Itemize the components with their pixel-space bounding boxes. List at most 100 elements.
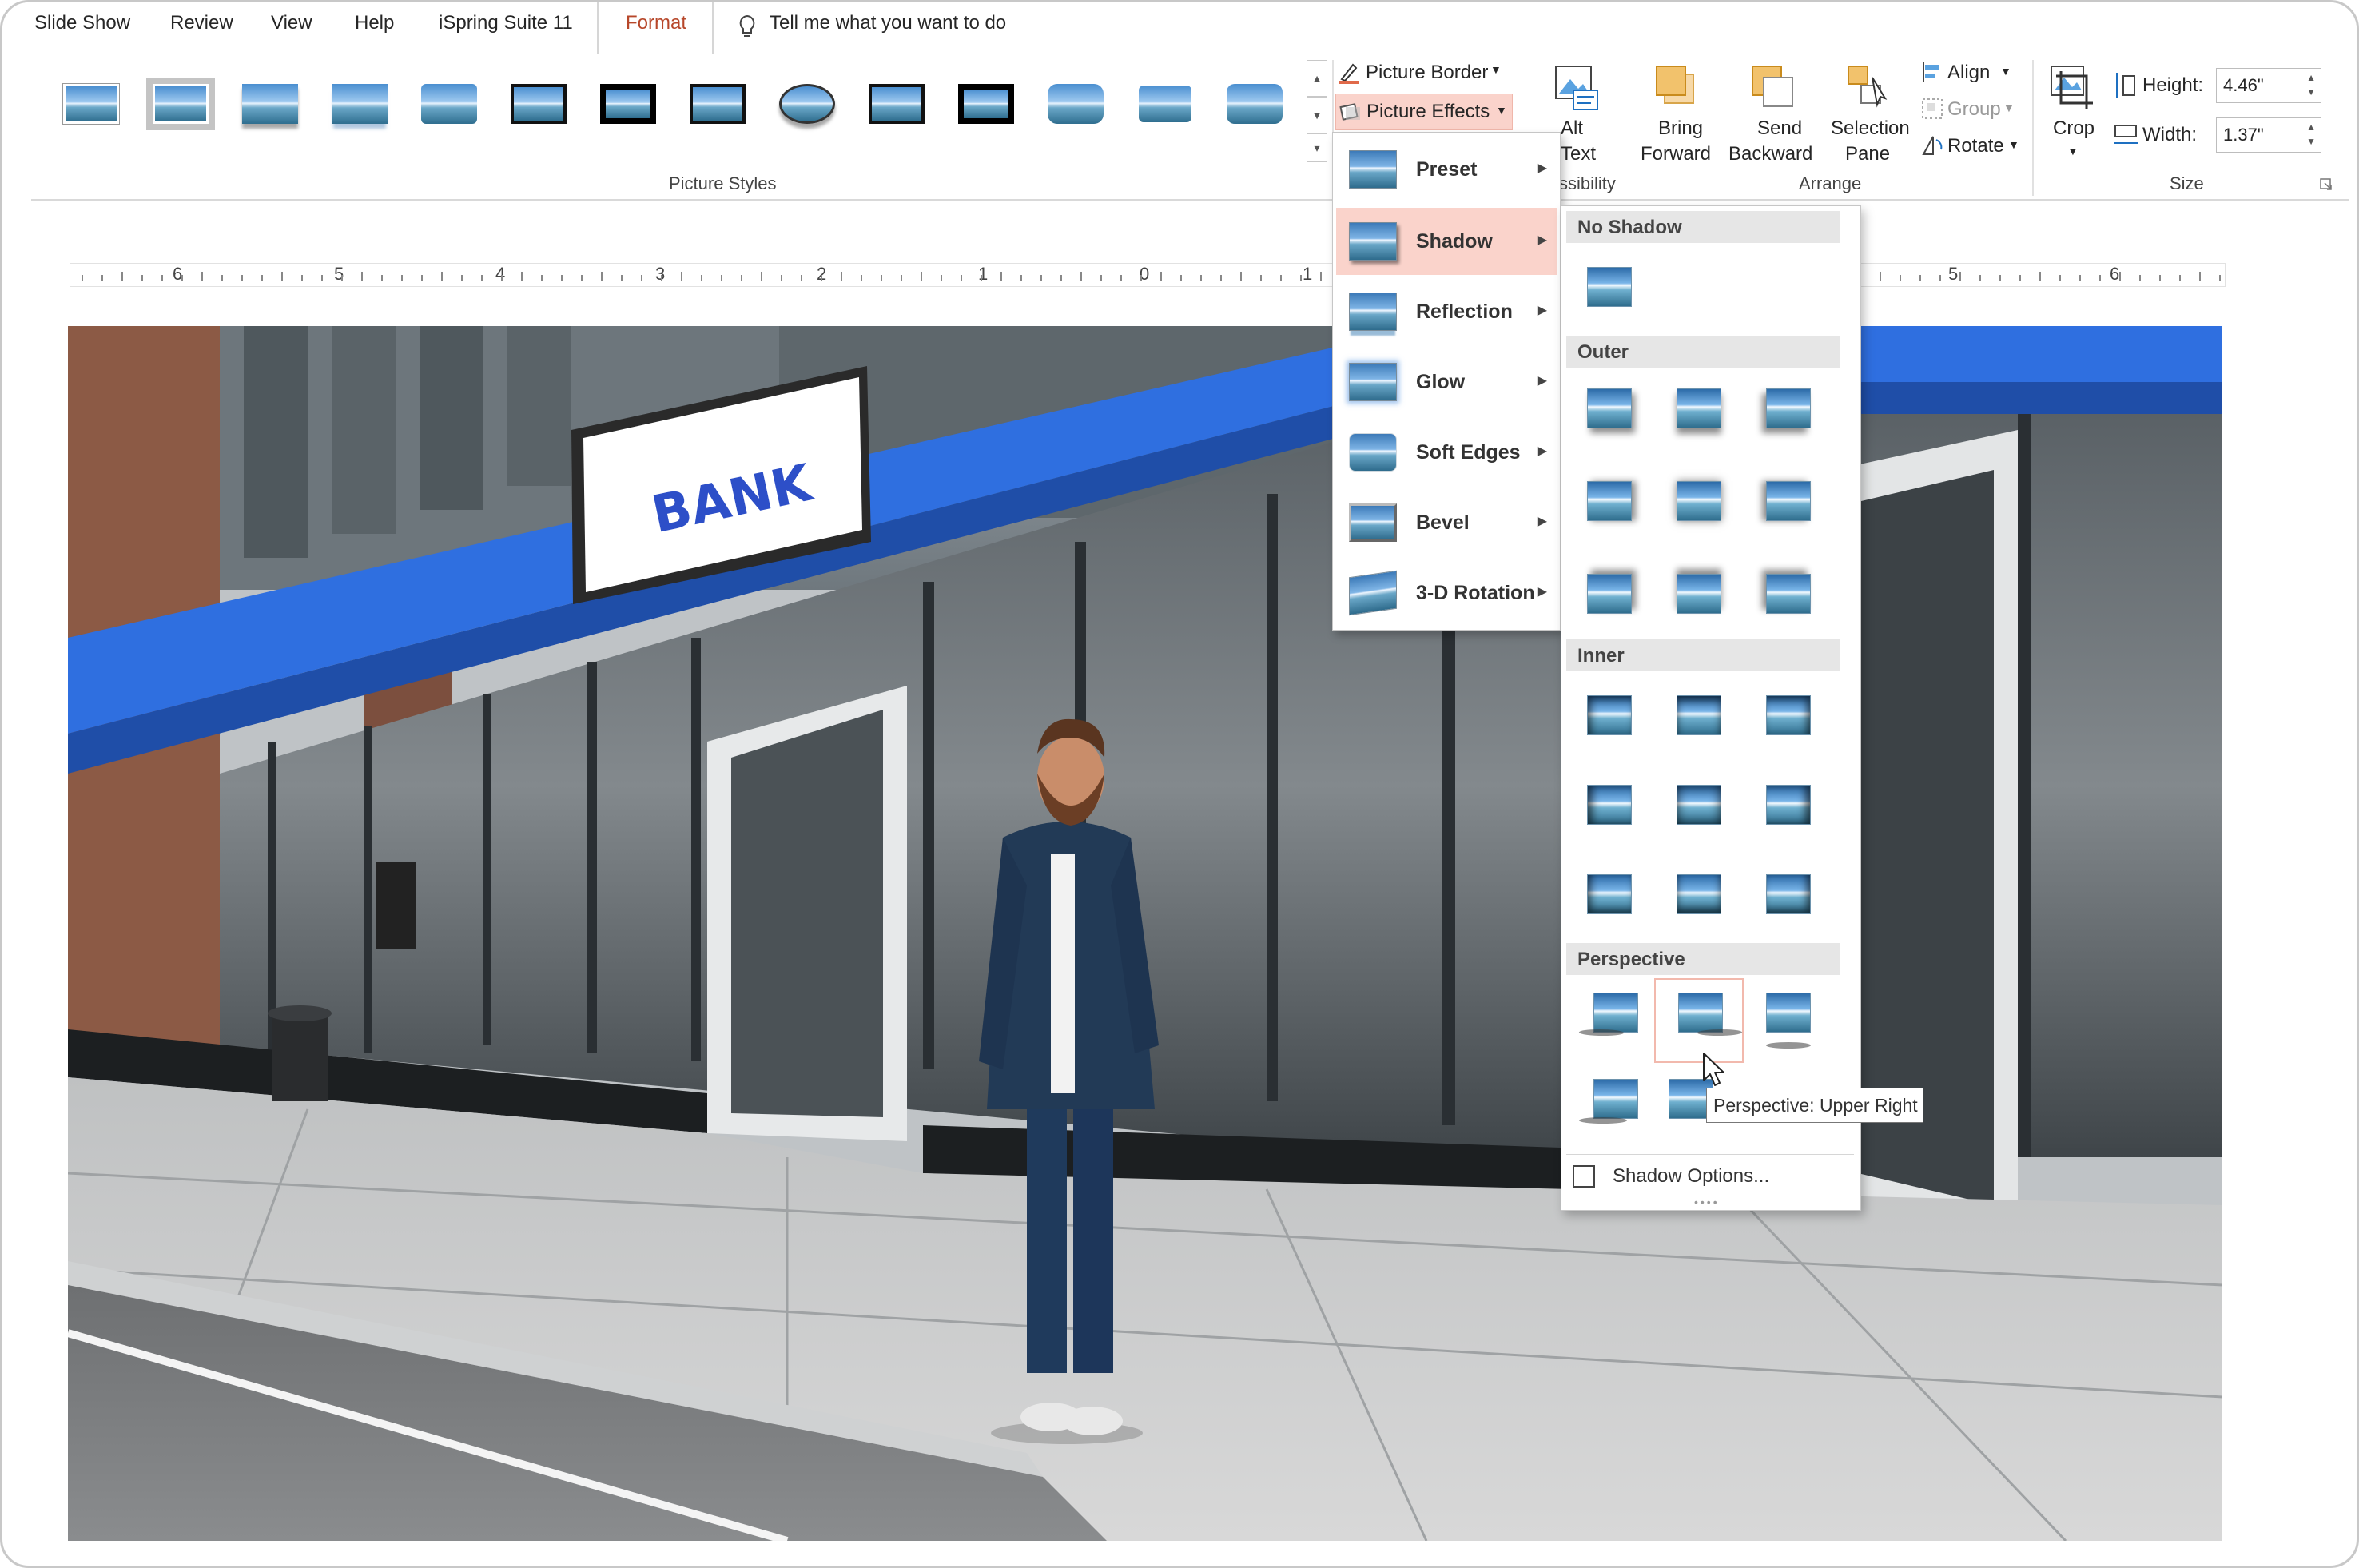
shadow-inner-top-left[interactable] bbox=[1587, 695, 1632, 735]
tab-view[interactable]: View bbox=[271, 12, 312, 34]
effects-menu-item-shadow[interactable]: Shadow ▶ bbox=[1336, 208, 1557, 275]
shadow-inner-bottom[interactable] bbox=[1677, 874, 1721, 914]
group-button[interactable]: Group bbox=[1947, 98, 2001, 121]
bring-forward-button-line1[interactable]: Bring bbox=[1658, 117, 1703, 140]
effects-menu-item-preset[interactable]: Preset ▶ bbox=[1336, 136, 1557, 203]
tab-review[interactable]: Review bbox=[170, 12, 233, 34]
shadow-options-link[interactable]: Shadow Options... bbox=[1613, 1165, 1769, 1188]
ruler-tick bbox=[2219, 275, 2221, 281]
rotate-button[interactable]: Rotate bbox=[1947, 135, 2004, 157]
height-value: 4.46" bbox=[2223, 75, 2264, 95]
gallery-more-button[interactable]: ▾ bbox=[1307, 133, 1327, 162]
effects-menu-item-3d-rotation[interactable]: 3-D Rotation ▶ bbox=[1336, 559, 1557, 627]
ruler-number: 6 bbox=[173, 264, 183, 284]
chevron-right-icon: ▶ bbox=[1537, 374, 1547, 388]
spin-down-icon[interactable]: ▼ bbox=[2306, 136, 2316, 147]
ruler-tick bbox=[2159, 275, 2161, 281]
shadow-perspective-upper-left[interactable] bbox=[1593, 993, 1638, 1033]
send-backward-button-line2[interactable]: Backward bbox=[1728, 143, 1812, 165]
effects-menu-item-soft-edges[interactable]: Soft Edges ▶ bbox=[1336, 419, 1557, 486]
menu-item-label: Reflection bbox=[1416, 300, 1513, 323]
shadow-outer-offset-top[interactable] bbox=[1677, 574, 1721, 614]
effects-menu-item-reflection[interactable]: Reflection ▶ bbox=[1336, 278, 1557, 345]
shadow-outer-offset-bottom[interactable] bbox=[1677, 388, 1721, 428]
shadow-inner-top[interactable] bbox=[1677, 695, 1721, 735]
spin-down-icon[interactable]: ▼ bbox=[2306, 86, 2316, 98]
ruler-tick bbox=[861, 275, 862, 281]
shadow-perspective-below[interactable] bbox=[1766, 993, 1811, 1033]
shadow-outer-offset-bottom-right[interactable] bbox=[1587, 388, 1632, 428]
picture-style-thick-matte[interactable] bbox=[594, 78, 662, 130]
picture-style-double-frame[interactable] bbox=[504, 78, 573, 130]
picture-style-black-frame[interactable] bbox=[952, 78, 1020, 130]
alt-text-button-line1[interactable]: Alt bbox=[1561, 117, 1583, 140]
picture-style-perspective[interactable] bbox=[1131, 78, 1199, 130]
ruler-tick bbox=[82, 275, 83, 281]
ruler-number: 1 bbox=[1303, 264, 1313, 284]
picture-style-rounded[interactable] bbox=[1041, 78, 1110, 130]
shadow-outer-offset-right[interactable] bbox=[1587, 481, 1632, 521]
shadow-outer-offset-top-right[interactable] bbox=[1587, 574, 1632, 614]
shadow-outer-offset-top-left[interactable] bbox=[1766, 574, 1811, 614]
ruler-tick bbox=[1080, 272, 1082, 281]
outer-header: Outer bbox=[1566, 336, 1840, 368]
shadow-inner-bottom-right[interactable] bbox=[1766, 874, 1811, 914]
picture-style-relaxed[interactable] bbox=[1220, 78, 1289, 130]
effects-menu-item-glow[interactable]: Glow ▶ bbox=[1336, 348, 1557, 416]
picture-style-drop-shadow[interactable] bbox=[236, 78, 304, 130]
horizontal-ruler[interactable]: 6 5 4 3 2 1 0 1 5 6 bbox=[70, 263, 2226, 287]
tab-help[interactable]: Help bbox=[355, 12, 394, 34]
bring-forward-button-line2[interactable]: Forward bbox=[1641, 143, 1711, 165]
alt-text-button-line2[interactable]: Text bbox=[1561, 143, 1596, 165]
shadow-perspective-upper-right[interactable] bbox=[1678, 993, 1723, 1033]
picture-style-beveled-matte[interactable] bbox=[146, 78, 215, 130]
spin-up-icon[interactable]: ▲ bbox=[2306, 121, 2316, 133]
ruler-tick bbox=[621, 275, 623, 281]
picture-style-simple-frame[interactable] bbox=[57, 78, 125, 130]
effects-menu-item-bevel[interactable]: Bevel ▶ bbox=[1336, 489, 1557, 556]
shadow-options-checkbox[interactable] bbox=[1573, 1165, 1595, 1188]
picture-style-oval[interactable] bbox=[773, 78, 841, 130]
tell-me-search[interactable]: Tell me what you want to do bbox=[770, 12, 1006, 34]
send-backward-button-line1[interactable]: Send bbox=[1757, 117, 1802, 140]
selection-pane-button-line2[interactable]: Pane bbox=[1845, 143, 1890, 165]
tab-format[interactable]: Format bbox=[626, 12, 686, 34]
shadow-outer-offset-center[interactable] bbox=[1677, 481, 1721, 521]
ruler-tick bbox=[461, 275, 463, 281]
crop-button[interactable]: Crop bbox=[2053, 117, 2094, 140]
slide-canvas[interactable]: BANK bbox=[68, 326, 2222, 1541]
shadow-outer-offset-bottom-left[interactable] bbox=[1766, 388, 1811, 428]
align-button[interactable]: Align bbox=[1947, 62, 1990, 84]
shadow-inner-center[interactable] bbox=[1677, 785, 1721, 825]
shadow-option-none[interactable] bbox=[1587, 267, 1632, 307]
shadow-outer-offset-left[interactable] bbox=[1766, 481, 1811, 521]
shadow-inner-bottom-left[interactable] bbox=[1587, 874, 1632, 914]
shadow-inner-right[interactable] bbox=[1766, 785, 1811, 825]
shadow-inner-top-right[interactable] bbox=[1766, 695, 1811, 735]
ruler-tick bbox=[481, 275, 483, 281]
width-input[interactable]: 1.37" ▲ ▼ bbox=[2216, 117, 2321, 153]
gallery-scroll-down[interactable]: ▼ bbox=[1307, 97, 1327, 133]
shadow-perspective-lower-left[interactable] bbox=[1593, 1079, 1638, 1119]
ruler-tick bbox=[721, 275, 722, 281]
spin-up-icon[interactable]: ▲ bbox=[2306, 72, 2316, 83]
picture-border-button[interactable]: Picture Border bbox=[1366, 62, 1488, 84]
ruler-tick bbox=[361, 272, 363, 281]
dialog-launcher-icon[interactable] bbox=[2320, 178, 2333, 191]
lightbulb-icon bbox=[739, 14, 755, 37]
height-input[interactable]: 4.46" ▲ ▼ bbox=[2216, 68, 2321, 103]
picture-style-metal-frame[interactable] bbox=[862, 78, 931, 130]
picture-style-simple-black[interactable] bbox=[683, 78, 752, 130]
ruler-number: 0 bbox=[1140, 264, 1150, 284]
shadow-inner-left[interactable] bbox=[1587, 785, 1632, 825]
picture-style-soft-edge[interactable] bbox=[415, 78, 483, 130]
ruler-tick bbox=[1880, 272, 1881, 281]
selection-pane-button-line1[interactable]: Selection bbox=[1831, 117, 1910, 140]
tab-ispring-suite[interactable]: iSpring Suite 11 bbox=[439, 12, 573, 34]
picture-style-reflected[interactable] bbox=[325, 78, 394, 130]
chevron-down-icon: ▼ bbox=[2008, 138, 2019, 151]
picture-effects-button[interactable]: Picture Effects ▼ bbox=[1335, 94, 1513, 130]
gallery-scroll-up[interactable]: ▲ bbox=[1307, 60, 1327, 97]
tab-slide-show[interactable]: Slide Show bbox=[34, 12, 130, 34]
resize-grip-icon[interactable]: •••• bbox=[1694, 1196, 1720, 1208]
